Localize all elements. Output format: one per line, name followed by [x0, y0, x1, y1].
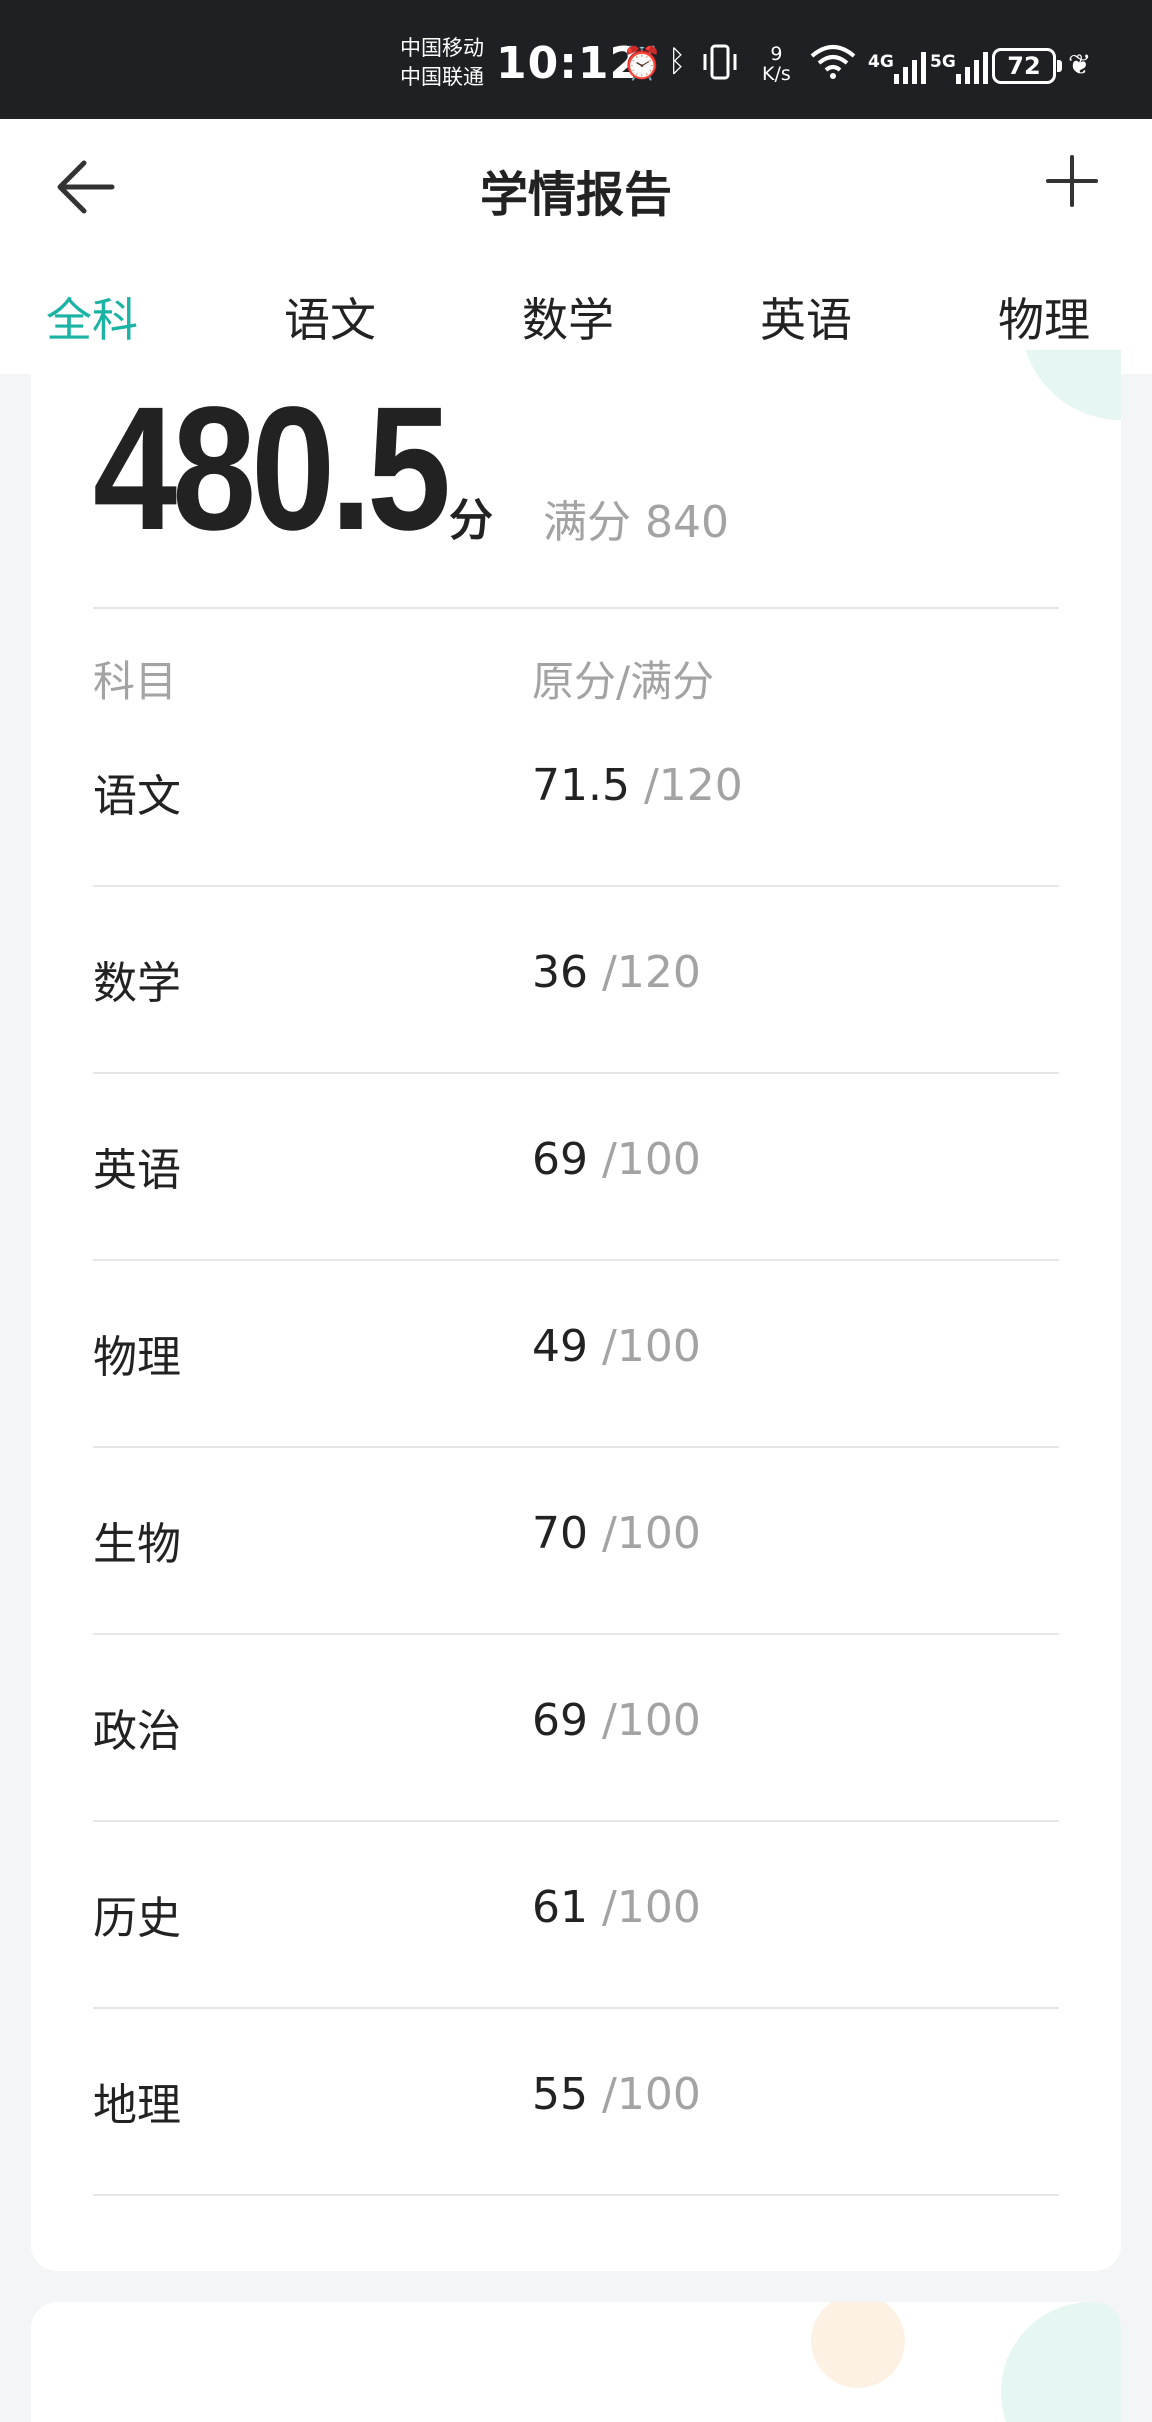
- vibrate-icon: [700, 44, 740, 88]
- row-subject: 历史: [93, 1893, 181, 1944]
- total-score: 480.5: [93, 371, 451, 567]
- row-divider: [93, 1259, 1059, 1261]
- row-subject: 生物: [93, 1519, 181, 1570]
- max-score: /120: [643, 760, 743, 811]
- row-subject: 语文: [93, 771, 181, 822]
- row-divider: [93, 2194, 1059, 2196]
- row-divider: [93, 885, 1059, 887]
- signal-bars-1-icon: [894, 50, 926, 84]
- row-subject: 数学: [93, 958, 181, 1009]
- max-score: /100: [602, 1695, 701, 1746]
- raw-score: 69: [532, 1695, 588, 1746]
- full-score-label: 满分 840: [543, 497, 729, 548]
- raw-score: 71.5: [532, 760, 630, 811]
- raw-score: 49: [532, 1321, 588, 1372]
- bluetooth-icon: ᛒ: [668, 44, 686, 79]
- row-score: 55 /100: [532, 2069, 701, 2120]
- raw-score: 69: [532, 1134, 588, 1185]
- row-subject: 地理: [93, 2080, 181, 2131]
- row-score: 49 /100: [532, 1321, 701, 1372]
- network-speed: 9 K/s: [762, 44, 791, 84]
- max-score: /100: [602, 2069, 701, 2120]
- row-score: 69 /100: [532, 1695, 701, 1746]
- network-type-1: 4G: [868, 52, 894, 72]
- total-score-unit: 分: [449, 495, 493, 546]
- row-score: 36 /120: [532, 947, 701, 998]
- signal-bars-2-icon: [956, 50, 988, 84]
- row-score: 61 /100: [532, 1882, 701, 1933]
- clock: 10:12: [496, 38, 642, 89]
- raw-score: 61: [532, 1882, 588, 1933]
- net-speed-value: 9: [770, 43, 783, 65]
- page-title: 学情报告: [479, 167, 672, 223]
- carrier-1: 中国移动: [400, 36, 484, 60]
- row-divider: [93, 2007, 1059, 2009]
- battery-icon: 72: [992, 48, 1062, 84]
- status-bar: 中国移动 中国联通 10:12 ⏰ ᛒ 9 K/s 4G 5G 72 ❦: [0, 0, 1152, 119]
- decorative-circle: [1021, 350, 1121, 420]
- net-speed-unit: K/s: [762, 63, 791, 85]
- raw-score: 55: [532, 2069, 588, 2120]
- max-score: /100: [602, 1321, 701, 1372]
- row-divider: [93, 1820, 1059, 1822]
- next-card: [31, 2302, 1121, 2422]
- carrier-2: 中国联通: [400, 65, 484, 89]
- tab-chinese[interactable]: 语文: [284, 284, 376, 350]
- row-divider: [93, 1072, 1059, 1074]
- app-header: 学情报告: [0, 119, 1152, 255]
- power-saving-icon: ❦: [1068, 48, 1092, 81]
- tab-physics[interactable]: 物理: [998, 284, 1090, 350]
- tab-math[interactable]: 数学: [522, 284, 614, 350]
- max-score: /120: [602, 947, 701, 998]
- column-header-score: 原分/满分: [532, 657, 715, 706]
- row-divider: [93, 1633, 1059, 1635]
- max-score: /100: [602, 1134, 701, 1185]
- row-score: 70 /100: [532, 1508, 701, 1559]
- divider: [93, 607, 1059, 609]
- wifi-icon: [808, 44, 858, 88]
- raw-score: 36: [532, 947, 588, 998]
- row-subject: 政治: [93, 1706, 181, 1757]
- decorative-circle: [811, 2302, 905, 2388]
- decorative-circle: [1001, 2302, 1121, 2422]
- raw-score: 70: [532, 1508, 588, 1559]
- row-divider: [93, 1446, 1059, 1448]
- alarm-icon: ⏰: [622, 44, 662, 82]
- column-header-subject: 科目: [93, 657, 178, 706]
- score-card: 480.5 分 满分 840 科目 原分/满分 语文 71.5 /120 数学 …: [31, 350, 1121, 2271]
- row-subject: 物理: [93, 1332, 181, 1383]
- network-type-2: 5G: [930, 52, 956, 72]
- add-icon[interactable]: [1042, 151, 1102, 211]
- row-score: 71.5 /120: [532, 760, 743, 811]
- tab-all-subjects[interactable]: 全科: [46, 284, 138, 350]
- row-subject: 英语: [93, 1145, 181, 1196]
- max-score: /100: [602, 1508, 701, 1559]
- max-score: /100: [602, 1882, 701, 1933]
- carrier-labels: 中国移动 中国联通: [400, 34, 484, 92]
- tab-english[interactable]: 英语: [760, 284, 852, 350]
- row-score: 69 /100: [532, 1134, 701, 1185]
